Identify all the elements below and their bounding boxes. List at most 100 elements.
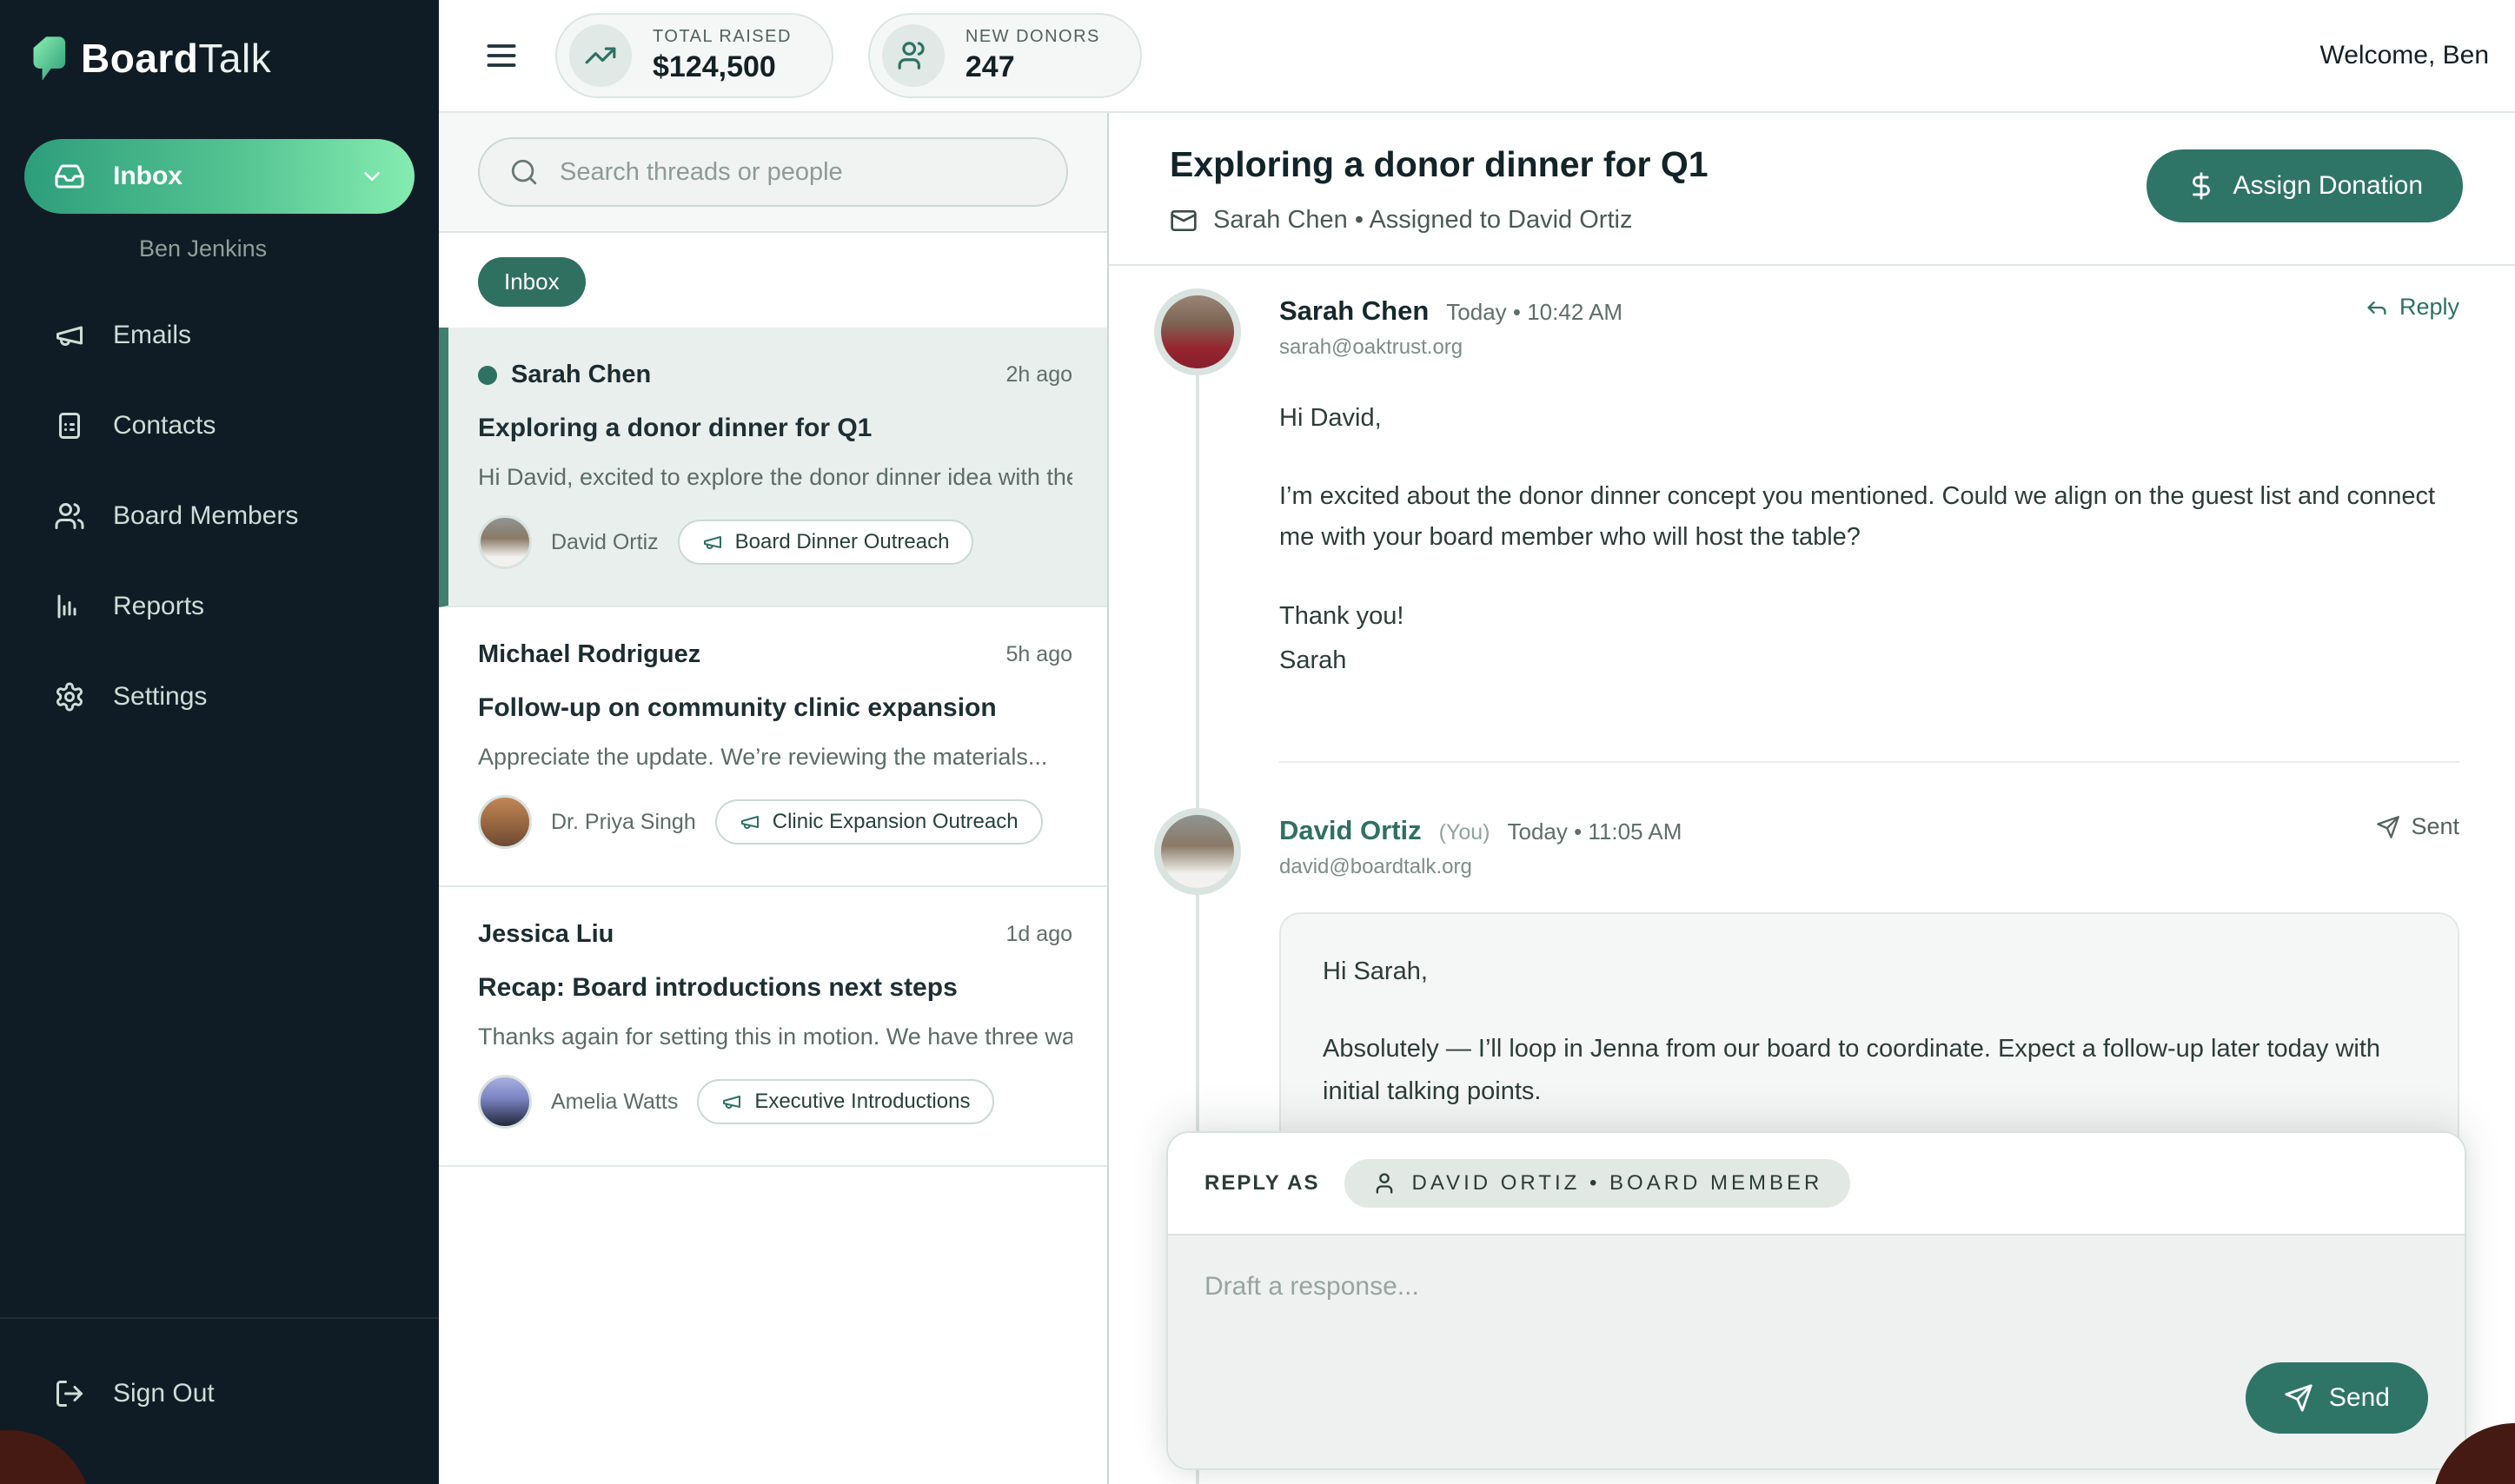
search-icon: [509, 157, 539, 187]
stat-label: NEW DONORS: [966, 27, 1100, 47]
page-title: Exploring a donor dinner for Q1: [1170, 144, 1709, 185]
thread-tag-label: Board Dinner Outreach: [735, 530, 950, 554]
thread-meta: Sarah Chen • Assigned to David Ortiz: [1213, 206, 1632, 235]
thread-subject: Recap: Board introductions next steps: [478, 973, 1072, 1003]
sidebar: BoardTalk Inbox Ben Jenkins Emails: [0, 0, 439, 1484]
reply-persona-pill[interactable]: DAVID ORTIZ • BOARD MEMBER: [1344, 1159, 1851, 1208]
assign-donation-button[interactable]: Assign Donation: [2147, 149, 2463, 222]
message-paragraph: Thank you!: [1279, 596, 2459, 637]
message-paragraph: Sarah: [1279, 640, 2459, 681]
thread-list-item[interactable]: Michael Rodriguez 5h ago Follow-up on co…: [439, 607, 1107, 887]
sidebar-item-label: Reports: [113, 592, 204, 621]
trending-up-icon: [569, 24, 632, 87]
log-out-icon: [54, 1378, 85, 1409]
sent-label: Sent: [2411, 813, 2459, 840]
thread-preview: Appreciate the update. We’re reviewing t…: [478, 744, 1072, 771]
search-section: [439, 113, 1107, 233]
thread-list-item[interactable]: Jessica Liu 1d ago Recap: Board introduc…: [439, 887, 1107, 1167]
stat-value: $124,500: [653, 50, 792, 84]
sign-out-button[interactable]: Sign Out: [24, 1364, 415, 1423]
message: Sarah Chen Today • 10:42 AM Reply sarah@…: [1154, 288, 2459, 719]
send-label: Send: [2329, 1383, 2390, 1413]
megaphone-icon: [54, 320, 85, 351]
message-sender: Sarah Chen: [1279, 295, 1429, 327]
sidebar-item-label: Board Members: [113, 501, 298, 531]
stat-new-donors: NEW DONORS 247: [868, 13, 1142, 98]
message-paragraph: Absolutely — I’ll loop in Jenna from our…: [1323, 1028, 2416, 1114]
search-input[interactable]: [560, 158, 1037, 187]
avatar: [1154, 288, 1241, 375]
sidebar-item-board-members[interactable]: Board Members: [24, 487, 415, 546]
avatar: [1154, 808, 1241, 895]
sidebar-subitem-label: Ben Jenkins: [139, 235, 267, 262]
message-time: Today • 10:42 AM: [1446, 299, 1622, 326]
send-icon: [2284, 1383, 2313, 1413]
send-button[interactable]: Send: [2246, 1362, 2428, 1434]
sidebar-item-emails[interactable]: Emails: [24, 306, 415, 365]
thread-list-item[interactable]: Sarah Chen 2h ago Exploring a donor dinn…: [439, 328, 1107, 607]
thread-assignee: David Ortiz: [551, 530, 659, 555]
brand-logo: BoardTalk: [0, 0, 439, 82]
message-text: Hi David, I’m excited about the donor di…: [1279, 398, 2459, 682]
sent-status: Sent: [2376, 813, 2459, 840]
thread-assignee: Amelia Watts: [551, 1090, 678, 1115]
reply-link[interactable]: Reply: [2365, 294, 2459, 321]
avatar: [478, 1075, 532, 1129]
inbox-filter-badge[interactable]: Inbox: [478, 257, 586, 307]
dollar-icon: [2187, 171, 2216, 201]
thread-assignee: Dr. Priya Singh: [551, 810, 696, 835]
users-icon: [54, 500, 85, 532]
sidebar-item-label: Settings: [113, 682, 207, 712]
megaphone-icon: [702, 532, 723, 553]
megaphone-icon: [721, 1091, 742, 1112]
reply-as-label: REPLY AS: [1204, 1171, 1320, 1196]
gear-icon: [54, 681, 85, 712]
thread-sender: Jessica Liu: [478, 920, 614, 949]
reply-composer: REPLY AS DAVID ORTIZ • BOARD MEMBER: [1166, 1131, 2466, 1470]
thread-tag-pill[interactable]: Executive Introductions: [697, 1079, 994, 1124]
sidebar-item-reports[interactable]: Reports: [24, 577, 415, 636]
thread-sender: Sarah Chen: [511, 361, 651, 389]
brand-name: BoardTalk: [81, 35, 271, 82]
reply-icon: [2365, 295, 2389, 320]
sidebar-item-ben-jenkins[interactable]: Ben Jenkins: [24, 226, 415, 271]
thread-view-header: Exploring a donor dinner for Q1 Sarah Ch…: [1109, 113, 2515, 266]
sidebar-nav: Inbox Ben Jenkins Emails Contacts: [0, 82, 439, 758]
reply-label: Reply: [2399, 294, 2459, 321]
thread-time: 5h ago: [1006, 642, 1072, 667]
sidebar-item-contacts[interactable]: Contacts: [24, 396, 415, 455]
thread-tag-pill[interactable]: Board Dinner Outreach: [678, 520, 974, 565]
thread-preview: Thanks again for setting this in motion.…: [478, 1024, 1072, 1050]
welcome-text: Welcome, Ben: [2319, 41, 2489, 70]
app-root: BoardTalk Inbox Ben Jenkins Emails: [0, 0, 2515, 1484]
brand-name-bold: Board: [81, 36, 198, 81]
sidebar-item-label: Emails: [113, 321, 191, 350]
thread-time: 1d ago: [1006, 922, 1072, 947]
thread-subject: Exploring a donor dinner for Q1: [478, 414, 1072, 443]
users-icon: [882, 24, 945, 87]
main-area: TOTAL RAISED $124,500 NEW DONORS 247 Wel…: [439, 0, 2515, 1484]
thread-tag-label: Clinic Expansion Outreach: [773, 810, 1019, 834]
inbox-icon: [54, 161, 85, 192]
brand-name-light: Talk: [198, 36, 271, 81]
bar-chart-icon: [54, 591, 85, 622]
stat-value: 247: [966, 50, 1100, 84]
reply-textarea[interactable]: [1168, 1236, 2465, 1468]
topbar: TOTAL RAISED $124,500 NEW DONORS 247 Wel…: [439, 0, 2515, 113]
message-paragraph: Hi Sarah,: [1323, 951, 2416, 993]
message-divider: [1279, 761, 2459, 763]
chevron-down-icon: [359, 163, 385, 189]
thread-list-column: Inbox Sarah Chen 2h ago Exploring a dono…: [439, 113, 1109, 1484]
unread-dot: [478, 366, 497, 385]
message-email: david@boardtalk.org: [1279, 855, 2459, 879]
sidebar-item-inbox[interactable]: Inbox: [24, 139, 415, 214]
message-you-tag: (You): [1439, 820, 1490, 845]
assign-donation-label: Assign Donation: [2233, 171, 2423, 201]
sidebar-item-settings[interactable]: Settings: [24, 667, 415, 726]
search-box[interactable]: [478, 137, 1068, 207]
thread-tag-pill[interactable]: Clinic Expansion Outreach: [715, 799, 1043, 845]
reply-persona-label: DAVID ORTIZ • BOARD MEMBER: [1412, 1171, 1823, 1196]
message-paragraph: I’m excited about the donor dinner conce…: [1279, 476, 2459, 558]
menu-button[interactable]: [482, 36, 521, 75]
message-sender: David Ortiz: [1279, 815, 1422, 846]
